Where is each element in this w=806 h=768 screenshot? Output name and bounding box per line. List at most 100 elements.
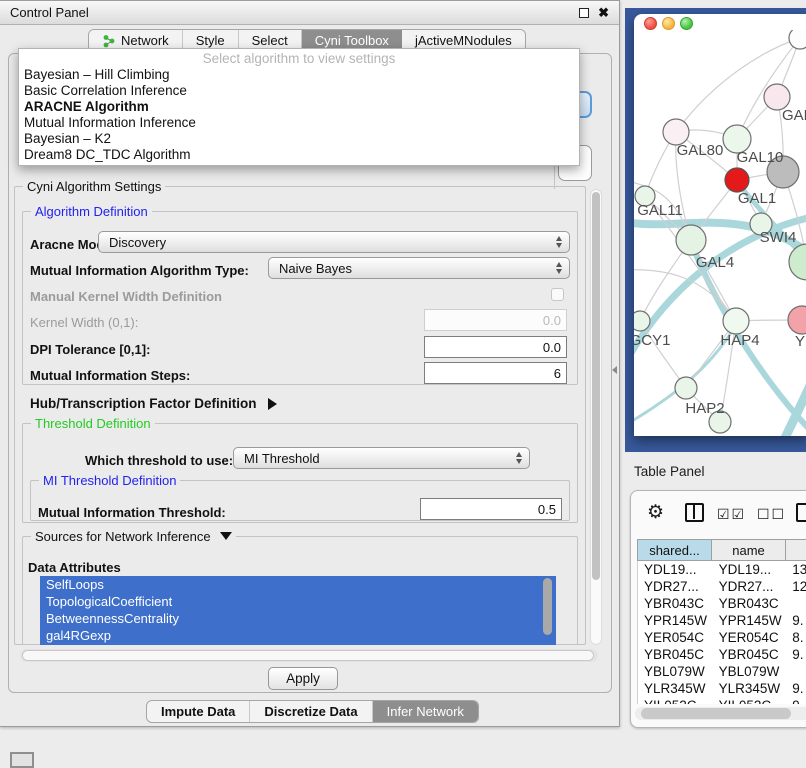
attribute-item-selected[interactable]: gal4RGexp bbox=[40, 627, 556, 644]
group-title: Cyni Algorithm Settings bbox=[23, 179, 165, 194]
tab-impute-label: Impute Data bbox=[161, 704, 235, 719]
cell: 9. bbox=[786, 646, 806, 663]
tab-discretize-data[interactable]: Discretize Data bbox=[250, 701, 372, 722]
expand-arrow-icon bbox=[268, 398, 277, 410]
mi-threshold-label: Mutual Information Threshold: bbox=[38, 505, 226, 520]
table-row[interactable]: YDR27... YDR27... 12 bbox=[638, 578, 806, 595]
dpi-tolerance-field[interactable]: 0.0 bbox=[424, 336, 567, 358]
sources-expander[interactable]: Sources for Network Inference bbox=[31, 529, 236, 544]
cell: YLR345W bbox=[638, 680, 713, 697]
dropdown-hint: Select algorithm to view settings bbox=[19, 50, 579, 67]
tab-impute-data[interactable]: Impute Data bbox=[147, 701, 250, 722]
which-threshold-label: Which threshold to use: bbox=[85, 453, 233, 468]
node-hap2[interactable] bbox=[675, 377, 697, 399]
columns-icon[interactable] bbox=[685, 503, 704, 522]
attribute-item-selected[interactable]: TopologicalCoefficient bbox=[40, 593, 556, 610]
table-panel-title: Table Panel bbox=[634, 464, 705, 479]
node-label: HAP2 bbox=[685, 400, 724, 417]
node-label: Y bbox=[795, 333, 805, 350]
dropdown-item[interactable]: Mutual Information Inference bbox=[19, 115, 579, 131]
mi-type-select[interactable]: Naive Bayes bbox=[268, 257, 570, 279]
tab-jactivemnodules-label: jActiveMNodules bbox=[415, 33, 512, 48]
table-row[interactable]: YLR345W YLR345W 9. bbox=[638, 680, 806, 697]
float-window-icon[interactable] bbox=[579, 8, 589, 18]
apply-button[interactable]: Apply bbox=[268, 667, 338, 690]
table-row[interactable]: YBR043C YBR043C bbox=[638, 595, 806, 612]
sources-title: Sources for Network Inference bbox=[35, 529, 211, 544]
table-body[interactable]: YDL19... YDL19... 13 YDR27... YDR27... 1… bbox=[637, 561, 806, 704]
manual-kernel-checkbox[interactable] bbox=[551, 288, 564, 301]
table-row[interactable]: YBR045C YBR045C 9. bbox=[638, 646, 806, 663]
mi-type-value: Naive Bayes bbox=[279, 261, 352, 276]
node-big-green[interactable] bbox=[789, 244, 806, 280]
unchecked-boxes-icon[interactable]: ☐☐ bbox=[757, 506, 786, 523]
group-title: MI Threshold Definition bbox=[39, 473, 180, 488]
attribute-item-selected[interactable]: BetweennessCentrality bbox=[40, 610, 556, 627]
network-window: GAL GAL80 GAL10 GAL1 GAL11 SWI4 GAL4 GCY… bbox=[634, 14, 806, 436]
mi-steps-field[interactable]: 6 bbox=[424, 362, 567, 384]
cell: 9. bbox=[786, 612, 806, 629]
node-salmon[interactable] bbox=[788, 306, 806, 334]
cell: YPR145W bbox=[713, 612, 787, 629]
cell: YBR043C bbox=[638, 595, 713, 612]
scrollbar-thumb[interactable] bbox=[641, 708, 791, 719]
close-icon[interactable]: ✖ bbox=[598, 5, 609, 21]
collapsed-panel-icon[interactable] bbox=[10, 752, 34, 768]
mac-close-icon[interactable] bbox=[644, 17, 657, 30]
cell: 9. bbox=[786, 680, 806, 697]
table-row[interactable]: YIL052C YIL052C 9. bbox=[638, 697, 806, 704]
cell: YIL052C bbox=[638, 697, 713, 704]
node-red-gal1[interactable] bbox=[725, 168, 749, 192]
checked-boxes-icon[interactable]: ☑☑ bbox=[717, 506, 746, 523]
scrollbar-thumb[interactable] bbox=[543, 578, 552, 635]
dropdown-item[interactable]: Dream8 DC_TDC Algorithm bbox=[19, 147, 579, 163]
attributes-scrollbar[interactable] bbox=[543, 578, 552, 642]
cell: 13 bbox=[786, 561, 806, 578]
node-partial[interactable] bbox=[789, 30, 806, 49]
gear-icon[interactable]: ⚙ bbox=[647, 501, 664, 524]
column-header-partial[interactable] bbox=[786, 539, 806, 561]
cell: YLR345W bbox=[713, 680, 787, 697]
dropdown-item-selected[interactable]: ARACNE Algorithm bbox=[19, 99, 579, 115]
table-horizontal-scrollbar[interactable] bbox=[635, 707, 806, 720]
dropdown-item[interactable]: Basic Correlation Inference bbox=[19, 83, 579, 99]
attribute-item-selected[interactable]: SelfLoops bbox=[40, 576, 556, 593]
scrollbar-thumb[interactable] bbox=[22, 650, 594, 661]
hub-definition-expander[interactable]: Hub/Transcription Factor Definition bbox=[30, 396, 277, 411]
network-canvas[interactable]: GAL GAL80 GAL10 GAL1 GAL11 SWI4 GAL4 GCY… bbox=[634, 30, 806, 436]
mac-zoom-icon[interactable] bbox=[680, 17, 693, 30]
kernel-width-field[interactable]: 0.0 bbox=[424, 309, 567, 331]
which-threshold-select[interactable]: MI Threshold bbox=[233, 447, 530, 469]
tab-infer-network[interactable]: Infer Network bbox=[373, 701, 478, 722]
table-row[interactable]: YBL079W YBL079W bbox=[638, 663, 806, 680]
kernel-width-label: Kernel Width (0,1): bbox=[30, 315, 138, 330]
dropdown-item[interactable]: Bayesian – Hill Climbing bbox=[19, 67, 579, 83]
node-label: GAL4 bbox=[696, 254, 734, 271]
settings-horizontal-scrollbar[interactable] bbox=[20, 649, 598, 662]
node-label: GAL80 bbox=[677, 142, 724, 159]
aracne-mode-select[interactable]: Discovery bbox=[98, 231, 570, 253]
dropdown-item[interactable]: Bayesian – K2 bbox=[19, 131, 579, 147]
table-row[interactable]: YPR145W YPR145W 9. bbox=[638, 612, 806, 629]
column-header-name[interactable]: name bbox=[712, 539, 786, 561]
table-row[interactable]: YDL19... YDL19... 13 bbox=[638, 561, 806, 578]
cell: YPR145W bbox=[638, 612, 713, 629]
table-row[interactable]: YER054C YER054C 8. bbox=[638, 629, 806, 646]
mi-threshold-field[interactable]: 0.5 bbox=[420, 498, 562, 520]
settings-vertical-scrollbar[interactable] bbox=[590, 189, 602, 645]
column-header-shared[interactable]: shared... bbox=[637, 539, 712, 561]
splitter-collapse-icon[interactable] bbox=[612, 366, 617, 374]
scrollbar-thumb[interactable] bbox=[592, 192, 600, 580]
mi-type-label: Mutual Information Algorithm Type: bbox=[30, 263, 249, 278]
node-gcy1[interactable] bbox=[634, 311, 650, 331]
node-hap4[interactable] bbox=[723, 308, 749, 334]
partial-toolbar-icon[interactable] bbox=[796, 503, 806, 522]
group-title: Threshold Definition bbox=[31, 416, 155, 431]
data-attributes-list[interactable]: SelfLoops TopologicalCoefficient Between… bbox=[40, 576, 556, 645]
cell: YIL052C bbox=[713, 697, 787, 704]
cell: 8. bbox=[786, 629, 806, 646]
node-gal4[interactable] bbox=[676, 225, 706, 255]
cell: YDL19... bbox=[638, 561, 713, 578]
network-graph: GAL GAL80 GAL10 GAL1 GAL11 SWI4 GAL4 GCY… bbox=[634, 30, 806, 436]
mac-minimize-icon[interactable] bbox=[662, 17, 675, 30]
